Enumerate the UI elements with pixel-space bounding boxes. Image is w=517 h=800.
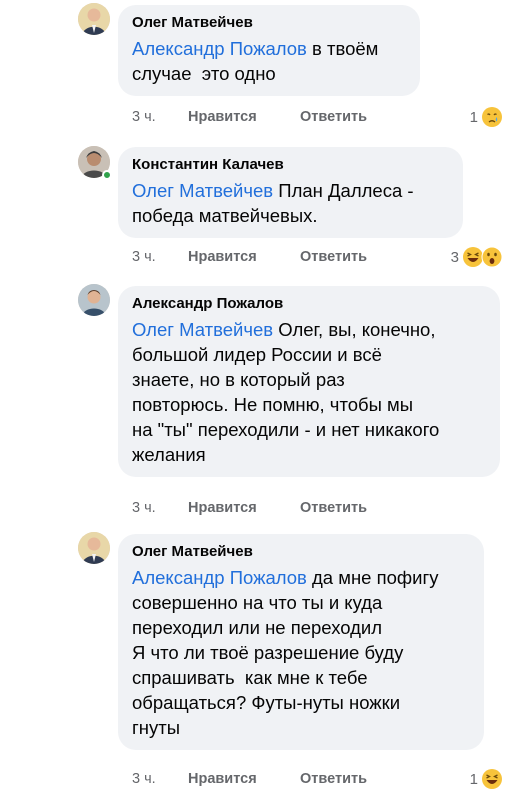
comment-author[interactable]: Олег Матвейчев — [132, 543, 470, 561]
like-button[interactable]: Нравится — [188, 770, 257, 788]
comment-text: Олег Матвейчев Олег, вы, конечно, большо… — [132, 319, 440, 465]
reply-button[interactable]: Ответить — [300, 499, 367, 517]
online-status-icon — [102, 170, 112, 180]
comment-author[interactable]: Константин Калачев — [132, 156, 449, 174]
like-button[interactable]: Нравится — [188, 499, 257, 517]
comment-text: Александр Пожалов в твоём случае это одн… — [132, 38, 379, 84]
like-button[interactable]: Нравится — [188, 108, 257, 126]
reaction-count: 1 — [469, 108, 478, 126]
reaction-summary[interactable]: 3 — [451, 246, 503, 268]
mention-link[interactable]: Александр Пожалов — [132, 38, 307, 59]
comment-bubble: Олег Матвейчев Александр Пожалов в твоём… — [118, 5, 420, 96]
mention-link[interactable]: Александр Пожалов — [132, 567, 307, 588]
user-photo-icon — [78, 532, 110, 564]
astonished-face-icon — [481, 246, 503, 268]
comment-time[interactable]: 3 ч. — [132, 499, 156, 517]
reaction-count: 1 — [469, 770, 478, 788]
mention-link[interactable]: Олег Матвейчев — [132, 180, 273, 201]
reaction-summary[interactable]: 1 — [470, 106, 503, 128]
comment-time[interactable]: 3 ч. — [132, 770, 156, 788]
user-photo-icon — [78, 3, 110, 35]
comment-text: Александр Пожалов да мне пофигу совершен… — [132, 567, 439, 738]
mention-link[interactable]: Олег Матвейчев — [132, 319, 273, 340]
comment-author[interactable]: Олег Матвейчев — [132, 14, 406, 32]
reaction-summary[interactable]: 1 — [470, 768, 503, 790]
comment-time[interactable]: 3 ч. — [132, 248, 156, 266]
comment-bubble: Александр Пожалов Олег Матвейчев Олег, в… — [118, 286, 500, 477]
comment-bubble: Олег Матвейчев Александр Пожалов да мне … — [118, 534, 484, 750]
avatar[interactable] — [78, 284, 110, 316]
comment-author[interactable]: Александр Пожалов — [132, 295, 486, 313]
reply-button[interactable]: Ответить — [300, 770, 367, 788]
avatar[interactable] — [78, 532, 110, 564]
laughing-face-icon — [482, 769, 502, 789]
avatar[interactable] — [78, 3, 110, 35]
reply-button[interactable]: Ответить — [300, 248, 367, 266]
comment-bubble: Константин Калачев Олег Матвейчев План Д… — [118, 147, 463, 238]
reaction-count: 3 — [450, 248, 459, 266]
user-photo-icon — [78, 284, 110, 316]
crying-face-icon — [482, 107, 502, 127]
comment-time[interactable]: 3 ч. — [132, 108, 156, 126]
comment-text: Олег Матвейчев План Даллеса - победа мат… — [132, 180, 414, 226]
like-button[interactable]: Нравится — [188, 248, 257, 266]
reply-button[interactable]: Ответить — [300, 108, 367, 126]
